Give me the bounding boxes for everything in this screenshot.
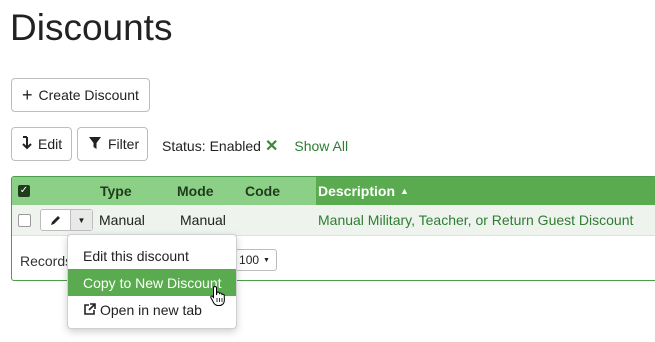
hand-cursor-icon <box>209 285 229 307</box>
edit-label: Edit <box>38 136 63 152</box>
records-label: Records <box>20 253 73 269</box>
row-type: Manual <box>99 212 145 228</box>
filter-icon <box>88 136 102 153</box>
create-discount-button[interactable]: + Create Discount <box>11 78 150 112</box>
menu-item-label: Edit this discount <box>83 247 189 264</box>
edit-button[interactable]: Edit <box>11 127 72 161</box>
table-header: ✓ Type Mode Code Description ▲ <box>12 177 655 205</box>
external-link-icon <box>83 303 96 316</box>
row-mode: Manual <box>180 212 226 228</box>
page-size-value: 100 <box>239 253 260 267</box>
caret-down-icon: ▼ <box>263 256 270 264</box>
show-all-link[interactable]: Show All <box>294 138 348 154</box>
status-value: Enabled <box>209 138 261 154</box>
status-label: Status: <box>162 138 206 154</box>
create-discount-label: Create Discount <box>38 87 139 103</box>
caret-down-icon[interactable]: ▼ <box>71 210 92 230</box>
plus-icon: + <box>22 85 33 105</box>
page-title: Discounts <box>10 7 173 48</box>
column-header-code[interactable]: Code <box>245 183 280 199</box>
row-description-link[interactable]: Manual Military, Teacher, or Return Gues… <box>318 212 633 228</box>
column-header-description[interactable]: Description ▲ <box>318 183 409 199</box>
column-header-type[interactable]: Type <box>100 183 132 199</box>
filter-button[interactable]: Filter <box>77 127 148 161</box>
pencil-icon[interactable] <box>41 210 71 230</box>
row-checkbox[interactable] <box>18 214 31 227</box>
row-actions-menu: Edit this discount Copy to New Discount … <box>67 234 237 329</box>
menu-item-edit-discount[interactable]: Edit this discount <box>68 242 236 269</box>
edit-arrow-icon <box>22 135 32 153</box>
menu-item-label: Copy to New Discount <box>83 274 222 291</box>
filter-label: Filter <box>108 136 140 152</box>
column-header-mode[interactable]: Mode <box>177 183 214 199</box>
sort-asc-icon: ▲ <box>400 186 409 196</box>
menu-item-label: Open in new tab <box>100 301 202 318</box>
table-row[interactable]: ▼ Manual Manual Manual Military, Teacher… <box>12 205 655 236</box>
page-size-select[interactable]: 100 ▼ <box>232 249 277 271</box>
status-filter: Status: Enabled ✕ Show All <box>162 136 348 156</box>
select-all-checkbox[interactable]: ✓ <box>18 185 30 197</box>
column-header-description-label: Description <box>318 183 396 199</box>
row-action-button[interactable]: ▼ <box>40 209 93 231</box>
close-icon[interactable]: ✕ <box>265 136 278 156</box>
